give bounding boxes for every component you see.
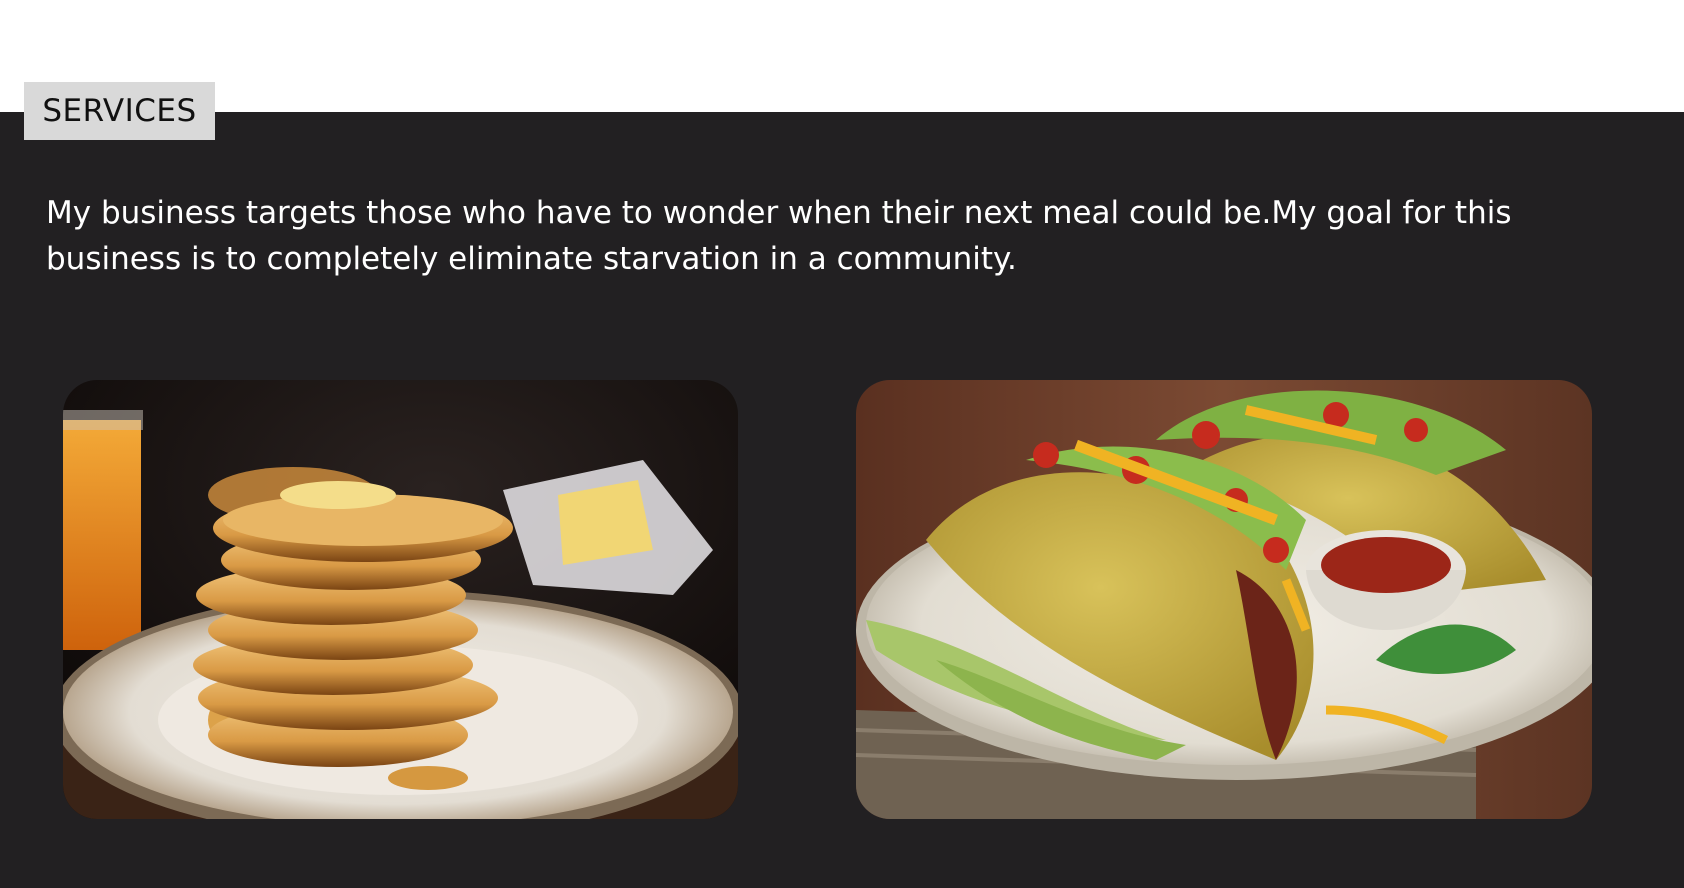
pancakes-photo xyxy=(63,380,738,819)
section-tag: SERVICES xyxy=(24,82,215,140)
tacos-photo xyxy=(856,380,1592,819)
pancakes-illustration xyxy=(63,380,738,819)
top-white-strip xyxy=(0,0,1684,112)
services-description: My business targets those who have to wo… xyxy=(46,195,1512,277)
tacos-illustration xyxy=(856,380,1592,819)
